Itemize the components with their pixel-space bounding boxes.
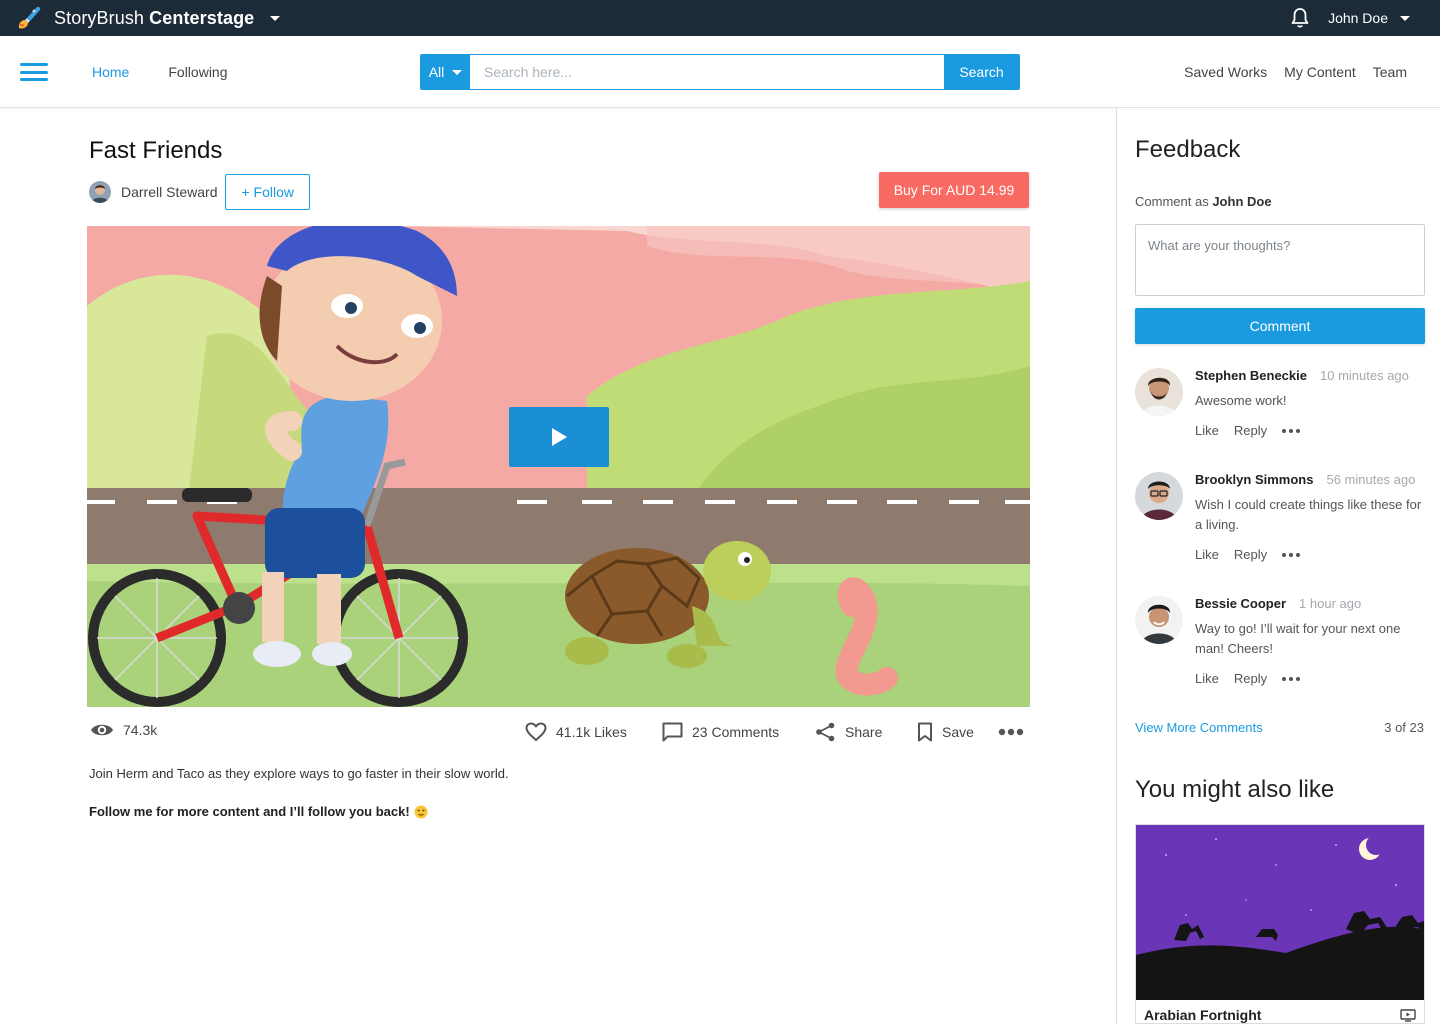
story-title: Fast Friends — [89, 137, 223, 164]
story-cta: Follow me for more content and I’ll foll… — [89, 804, 428, 819]
hamburger-icon[interactable] — [20, 63, 48, 81]
comment-text: Awesome work! — [1195, 393, 1287, 408]
story-description: Join Herm and Taco as they explore ways … — [89, 766, 509, 781]
comment-icon — [662, 722, 683, 742]
comments-count-label: 3 of 23 — [1384, 720, 1424, 735]
like-comment-button[interactable]: Like — [1195, 547, 1219, 562]
video-icon — [1400, 1009, 1416, 1022]
view-more-comments-link[interactable]: View More Comments — [1135, 720, 1263, 735]
avatar[interactable] — [1135, 472, 1183, 520]
play-button[interactable] — [509, 407, 609, 467]
search-bar: All Search — [420, 54, 1020, 90]
save-label: Save — [942, 724, 974, 740]
recommendation-thumbnail — [1136, 825, 1424, 1000]
nav-my-content[interactable]: My Content — [1284, 64, 1356, 80]
user-menu[interactable]: John Doe — [1328, 10, 1410, 26]
nav-saved-works[interactable]: Saved Works — [1184, 64, 1267, 80]
likes-count: 41.1k Likes — [556, 724, 627, 740]
chevron-down-icon — [452, 69, 463, 75]
brand-name: StoryBrush Centerstage — [54, 7, 255, 28]
like-button[interactable]: 41.1k Likes — [525, 722, 627, 742]
avatar[interactable] — [1135, 596, 1183, 644]
more-icon[interactable] — [1282, 673, 1301, 685]
save-button[interactable]: Save — [917, 722, 974, 742]
main-content: Fast Friends Darrell Steward + Follow Bu… — [0, 108, 1116, 1024]
more-icon[interactable] — [998, 728, 1024, 736]
more-icon[interactable] — [1282, 549, 1301, 561]
comment-author[interactable]: Brooklyn Simmons — [1195, 472, 1313, 487]
reply-button[interactable]: Reply — [1234, 547, 1267, 562]
nav-following[interactable]: Following — [168, 64, 227, 80]
comment-text: Way to go! I’ll wait for your next one m… — [1195, 621, 1401, 656]
share-button[interactable]: Share — [815, 722, 882, 742]
search-filter-label: All — [428, 64, 445, 80]
heart-icon — [525, 722, 547, 742]
like-comment-button[interactable]: Like — [1195, 671, 1219, 686]
recommendation-card[interactable]: Arabian Fortnight — [1135, 824, 1425, 1024]
search-input[interactable] — [470, 55, 944, 89]
cta-text: Follow me for more content and I’ll foll… — [89, 804, 410, 819]
comments-count: 23 Comments — [692, 724, 780, 740]
play-icon — [552, 428, 567, 446]
nav-home[interactable]: Home — [92, 64, 129, 80]
comment-time: 1 hour ago — [1299, 596, 1362, 611]
comment-time: 56 minutes ago — [1326, 472, 1416, 487]
main-navbar: Home Following All Search Saved Works My… — [0, 36, 1440, 108]
comments-button[interactable]: 23 Comments — [662, 722, 779, 742]
comment-author[interactable]: Bessie Cooper — [1195, 596, 1286, 611]
comment-as-label: Comment as John Doe — [1135, 194, 1272, 209]
comment-author[interactable]: Stephen Beneckie — [1195, 368, 1307, 383]
avatar[interactable] — [89, 181, 111, 203]
like-comment-button[interactable]: Like — [1195, 423, 1219, 438]
views-stat: 74.3k — [90, 722, 157, 738]
search-button[interactable]: Search — [944, 55, 1019, 89]
top-bar: StoryBrush Centerstage John Doe — [0, 0, 1440, 36]
search-filter-dropdown[interactable]: All — [421, 55, 470, 89]
more-icon[interactable] — [1282, 425, 1301, 437]
chevron-down-icon — [1400, 15, 1410, 21]
story-stats-bar: 74.3k 41.1k Likes 23 Comments Share Save — [87, 720, 1030, 748]
share-label: Share — [845, 724, 883, 740]
bell-icon[interactable] — [1290, 7, 1310, 29]
share-icon — [816, 722, 835, 742]
comment-button[interactable]: Comment — [1135, 308, 1425, 344]
author-name[interactable]: Darrell Steward — [121, 184, 217, 200]
nav-team[interactable]: Team — [1373, 64, 1407, 80]
recommendations-title: You might also like — [1135, 776, 1335, 803]
video-player[interactable] — [87, 226, 1030, 707]
feedback-title: Feedback — [1135, 136, 1241, 163]
user-name: John Doe — [1328, 10, 1388, 26]
bookmark-icon — [918, 722, 932, 742]
comment-text: Wish I could create things like these fo… — [1195, 497, 1422, 532]
recommendation-title: Arabian Fortnight — [1144, 1007, 1262, 1023]
feedback-sidebar: Feedback Comment as John Doe Comment Ste… — [1116, 108, 1440, 1024]
comment-input[interactable] — [1135, 224, 1425, 296]
eye-icon — [91, 724, 113, 736]
follow-button[interactable]: + Follow — [225, 174, 311, 210]
brand[interactable]: StoryBrush Centerstage — [16, 5, 281, 31]
wink-emoji-icon — [414, 805, 428, 818]
avatar[interactable] — [1135, 368, 1183, 416]
author-row: Darrell Steward + Follow — [89, 174, 311, 210]
chevron-down-icon — [270, 15, 281, 21]
reply-button[interactable]: Reply — [1234, 423, 1267, 438]
paintbrush-logo-icon — [18, 6, 41, 29]
buy-button[interactable]: Buy For AUD 14.99 — [879, 172, 1029, 208]
reply-button[interactable]: Reply — [1234, 671, 1267, 686]
comment-time: 10 minutes ago — [1320, 368, 1409, 383]
views-count: 74.3k — [123, 722, 158, 738]
